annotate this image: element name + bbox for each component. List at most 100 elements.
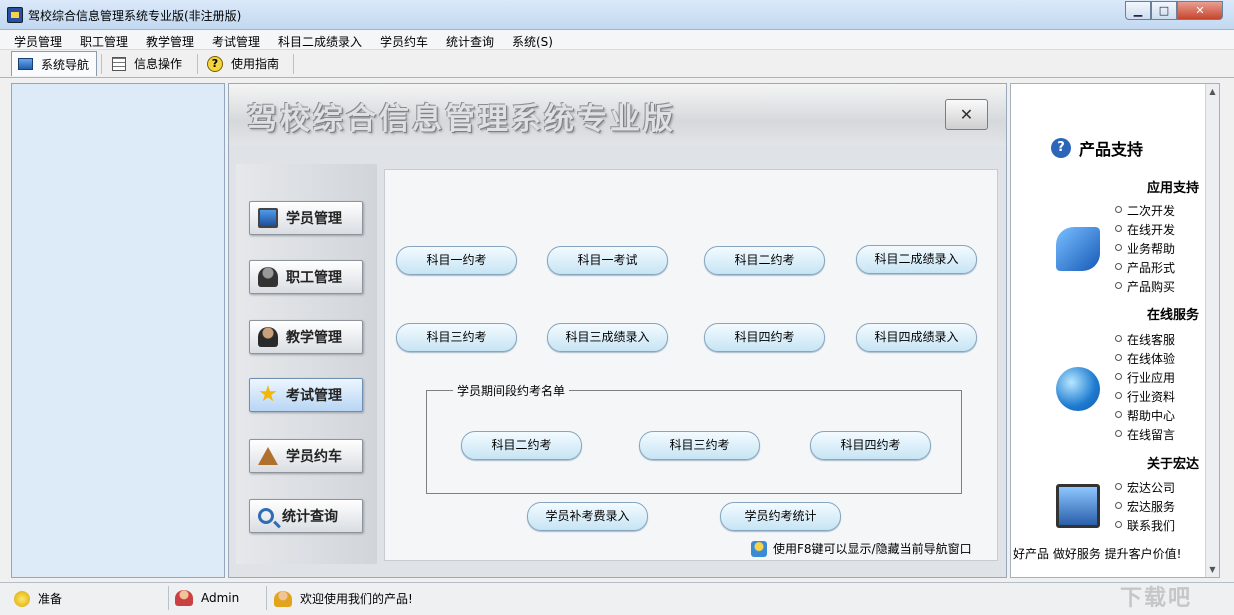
star-icon: ★ <box>258 382 278 407</box>
nav-label: 职工管理 <box>286 270 342 286</box>
link-contact[interactable]: 联系我们 <box>1115 517 1175 534</box>
link-product-purchase[interactable]: 产品购买 <box>1115 278 1175 295</box>
link-business-help[interactable]: 业务帮助 <box>1115 240 1175 257</box>
f8-hint: 使用F8键可以显示/隐藏当前导航窗口 <box>751 540 972 557</box>
nav-label: 教学管理 <box>286 330 342 346</box>
link-industry-app[interactable]: 行业应用 <box>1115 369 1175 386</box>
period-booking-list-group: 学员期间段约考名单 科目二约考 科目三约考 科目四约考 <box>426 382 962 494</box>
bulb-icon <box>14 590 30 607</box>
nav-exam-management[interactable]: ★ 考试管理 <box>249 378 363 412</box>
section-app-support: 应用支持 <box>1146 181 1199 196</box>
link-company[interactable]: 宏达公司 <box>1115 479 1175 496</box>
status-user: Admin <box>175 590 239 606</box>
menu-staff[interactable]: 职工管理 <box>80 33 128 50</box>
subject2-score-button[interactable]: 科目二成绩录入 <box>856 245 977 274</box>
nav-teaching-management[interactable]: 教学管理 <box>249 320 363 354</box>
section-about: 关于宏达 <box>1146 457 1199 472</box>
nav-staff-management[interactable]: 职工管理 <box>249 260 363 294</box>
status-welcome: 欢迎使用我们的产品! <box>274 590 413 607</box>
banner: 驾校综合信息管理系统专业版 ✕ <box>229 84 1006 146</box>
tab-user-guide[interactable]: ? 使用指南 <box>201 51 291 76</box>
subject1-booking-button[interactable]: 科目一约考 <box>396 246 517 275</box>
menu-booking[interactable]: 学员约车 <box>380 33 428 50</box>
subject3-booking-button[interactable]: 科目三约考 <box>396 323 517 352</box>
maximize-button[interactable]: □ <box>1151 1 1177 20</box>
link-help-center[interactable]: 帮助中心 <box>1115 407 1175 424</box>
subject4-booking-button[interactable]: 科目四约考 <box>704 323 825 352</box>
grid-icon <box>112 56 126 71</box>
left-navigation-pane[interactable] <box>11 83 225 578</box>
app-icon <box>7 7 23 23</box>
support-title-text: 产品支持 <box>1079 140 1144 159</box>
nav-statistics-query[interactable]: 统计查询 <box>249 499 363 533</box>
question-icon: ? <box>1051 138 1071 158</box>
period-subject3-button[interactable]: 科目三约考 <box>639 431 760 460</box>
menu-teaching[interactable]: 教学管理 <box>146 33 194 50</box>
menu-subject2-score[interactable]: 科目二成绩录入 <box>278 33 362 50</box>
booking-statistics-button[interactable]: 学员约考统计 <box>720 502 841 531</box>
menu-student[interactable]: 学员管理 <box>14 33 62 50</box>
watermark: 下载吧 <box>1120 586 1193 611</box>
window-title: 驾校综合信息管理系统专业版(非注册版) <box>28 9 242 23</box>
subject1-exam-button[interactable]: 科目一考试 <box>547 246 668 275</box>
help-icon: ? <box>207 55 223 72</box>
tab-separator <box>293 54 294 74</box>
title-bar: 驾校综合信息管理系统专业版(非注册版) ▁ □ ✕ <box>0 0 1234 30</box>
makeup-fee-entry-button[interactable]: 学员补考费录入 <box>527 502 648 531</box>
link-online-cs[interactable]: 在线客服 <box>1115 331 1175 348</box>
period-subject4-button[interactable]: 科目四约考 <box>810 431 931 460</box>
tab-bar: 系统导航 信息操作 ? 使用指南 <box>0 50 1234 78</box>
status-separator <box>266 586 267 610</box>
subject3-score-button[interactable]: 科目三成绩录入 <box>547 323 668 352</box>
support-title: ? 产品支持 <box>1051 136 1143 160</box>
monitor-icon <box>258 208 278 228</box>
nav-label: 考试管理 <box>286 388 342 404</box>
status-text: 准备 <box>38 592 63 606</box>
user-icon <box>175 590 193 606</box>
scroll-down-icon[interactable]: ▼ <box>1206 562 1219 577</box>
arrow-icon <box>1056 227 1100 271</box>
right-pane-scrollbar[interactable]: ▲ ▼ <box>1205 84 1219 577</box>
teacher-icon <box>258 327 278 347</box>
link-service[interactable]: 宏达服务 <box>1115 498 1175 515</box>
tab-info-operation[interactable]: 信息操作 <box>106 51 194 76</box>
hint-text: 使用F8键可以显示/隐藏当前导航窗口 <box>773 542 972 556</box>
product-support-pane: ? 产品支持 应用支持 二次开发 在线开发 业务帮助 产品形式 产品购买 在线服… <box>1010 83 1220 578</box>
group-legend: 学员期间段约考名单 <box>453 382 570 399</box>
panel-close-button[interactable]: ✕ <box>945 99 988 130</box>
link-product-form[interactable]: 产品形式 <box>1115 259 1175 276</box>
status-ready: 准备 <box>14 590 62 607</box>
minimize-button[interactable]: ▁ <box>1125 1 1151 20</box>
banner-title: 驾校综合信息管理系统专业版 <box>247 102 676 137</box>
menu-statistics[interactable]: 统计查询 <box>446 33 494 50</box>
link-secondary-dev[interactable]: 二次开发 <box>1115 202 1175 219</box>
close-button[interactable]: ✕ <box>1177 1 1223 20</box>
menu-exam[interactable]: 考试管理 <box>212 33 260 50</box>
nav-student-booking[interactable]: 学员约车 <box>249 439 363 473</box>
link-online-trial[interactable]: 在线体验 <box>1115 350 1175 367</box>
subject4-score-button[interactable]: 科目四成绩录入 <box>856 323 977 352</box>
slogan-marquee: 好产品 做好服务 提升客户价值! <box>1013 547 1182 561</box>
module-navigation: 学员管理 职工管理 教学管理 ★ 考试管理 学员约车 统计查询 <box>236 164 377 564</box>
status-separator <box>168 586 169 610</box>
person-icon <box>258 267 278 287</box>
menu-bar: 学员管理 职工管理 教学管理 考试管理 科目二成绩录入 学员约车 统计查询 系统… <box>0 30 1234 50</box>
nav-student-management[interactable]: 学员管理 <box>249 201 363 235</box>
tab-label: 使用指南 <box>231 57 280 71</box>
link-industry-docs[interactable]: 行业资料 <box>1115 388 1175 405</box>
menu-system[interactable]: 系统(S) <box>512 33 553 50</box>
user-hint-icon <box>751 540 767 557</box>
status-bar: 准备 Admin 欢迎使用我们的产品! <box>0 582 1234 615</box>
magnifier-icon <box>258 508 274 524</box>
tab-label: 系统导航 <box>41 57 90 72</box>
globe-icon <box>1056 367 1100 411</box>
link-online-dev[interactable]: 在线开发 <box>1115 221 1175 238</box>
scroll-up-icon[interactable]: ▲ <box>1206 84 1219 99</box>
period-subject2-button[interactable]: 科目二约考 <box>461 431 582 460</box>
status-user-text: Admin <box>201 591 240 605</box>
subject2-booking-button[interactable]: 科目二约考 <box>704 246 825 275</box>
link-leave-message[interactable]: 在线留言 <box>1115 426 1175 443</box>
tab-system-nav[interactable]: 系统导航 <box>11 51 97 76</box>
nav-label: 学员管理 <box>286 211 342 227</box>
section-online-service: 在线服务 <box>1146 308 1199 323</box>
